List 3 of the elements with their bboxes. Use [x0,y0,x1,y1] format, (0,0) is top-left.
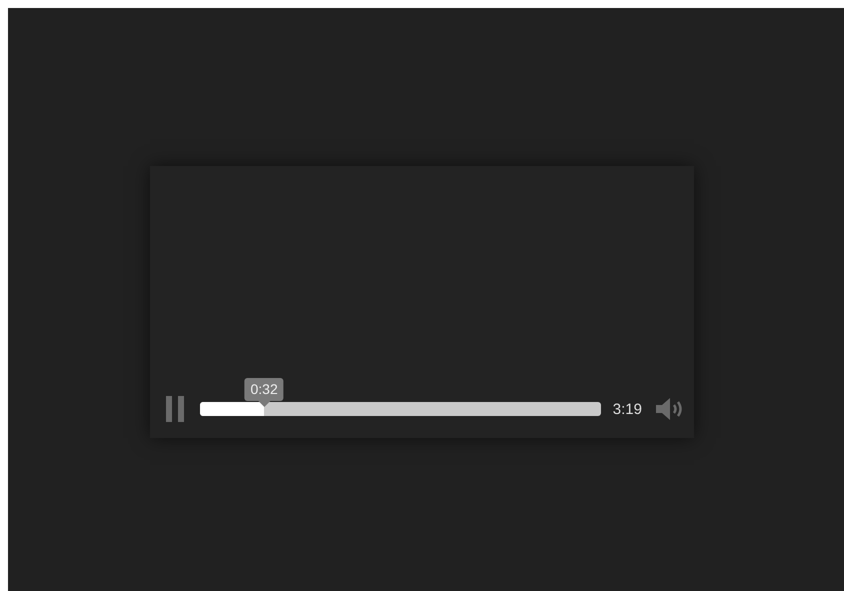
time-tooltip: 0:32 [244,378,284,407]
speaker-icon[interactable] [654,397,684,421]
duration-label: 3:19 [612,400,642,418]
